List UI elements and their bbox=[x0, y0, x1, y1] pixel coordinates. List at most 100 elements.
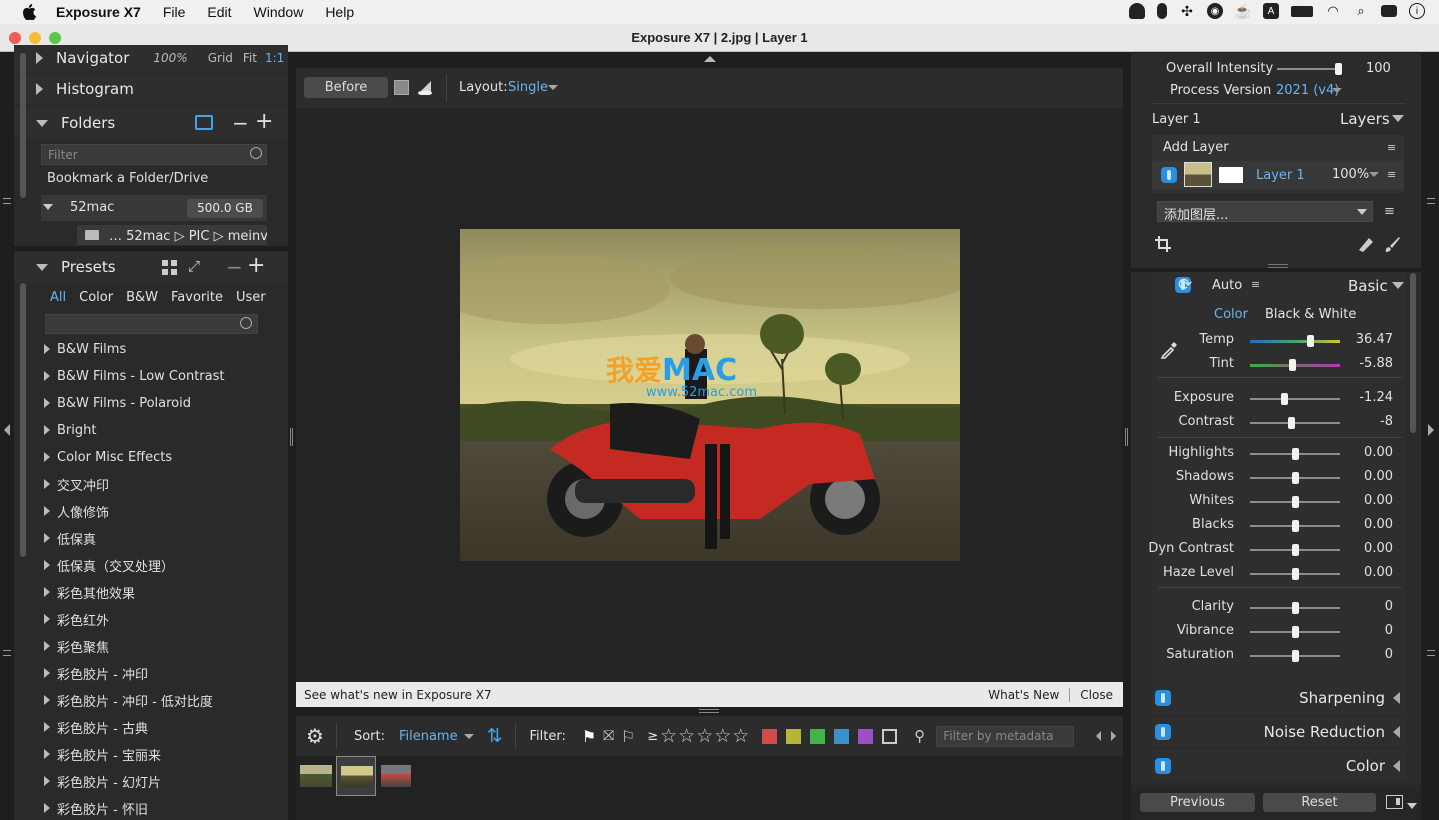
right-grip-icon-2[interactable] bbox=[1427, 650, 1435, 656]
drive-row[interactable]: 52mac 500.0 GB bbox=[41, 195, 267, 221]
layout-select[interactable]: Single bbox=[508, 80, 548, 95]
slider-knob[interactable] bbox=[1292, 650, 1299, 662]
presets-add-icon[interactable]: + bbox=[247, 253, 265, 278]
preset-folder[interactable]: B&W Films - Polaroid bbox=[44, 393, 191, 413]
cup-icon[interactable]: ☕ bbox=[1234, 3, 1251, 19]
presets-search-input[interactable] bbox=[45, 314, 258, 334]
navigator-header[interactable]: Navigator 100% Grid Fit 1:1 bbox=[14, 45, 288, 71]
layers-title[interactable]: Layers bbox=[1340, 110, 1390, 128]
slider-knob[interactable] bbox=[1307, 335, 1315, 347]
slider-knob[interactable] bbox=[1292, 496, 1299, 508]
slider-vibrance[interactable] bbox=[1250, 626, 1340, 638]
left-grip-icon-2[interactable] bbox=[3, 650, 11, 656]
slider-knob[interactable] bbox=[1292, 568, 1299, 580]
flag-reject-icon[interactable]: ⛝ bbox=[603, 728, 614, 744]
navigator-expand-icon[interactable] bbox=[36, 52, 43, 64]
folders-scrollbar[interactable] bbox=[20, 53, 26, 198]
navigator-one-to-one[interactable]: 1:1 bbox=[265, 51, 284, 65]
slider-haze-level[interactable] bbox=[1250, 568, 1340, 580]
presets-grid-icon[interactable] bbox=[162, 260, 177, 275]
preset-expand-icon[interactable] bbox=[44, 506, 50, 516]
process-version-chevron-icon[interactable] bbox=[1332, 88, 1342, 93]
slider-knob[interactable] bbox=[1288, 417, 1296, 429]
slider-value[interactable]: -8 bbox=[1333, 414, 1393, 429]
preset-folder[interactable]: 彩色红外 bbox=[44, 609, 109, 629]
left-grip-icon[interactable] bbox=[3, 198, 11, 204]
slider-tint[interactable] bbox=[1250, 359, 1340, 371]
overall-intensity-knob[interactable] bbox=[1334, 63, 1342, 75]
thumbnail[interactable] bbox=[300, 765, 332, 787]
slider-highlights[interactable] bbox=[1250, 448, 1340, 460]
preset-expand-icon[interactable] bbox=[44, 695, 50, 705]
preset-expand-icon[interactable] bbox=[44, 587, 50, 597]
filmstrip-prev-arrow-icon[interactable] bbox=[1096, 731, 1101, 741]
preset-folder[interactable]: B&W Films bbox=[44, 339, 126, 359]
add-layer-list-icon[interactable]: ≡ bbox=[1384, 204, 1395, 219]
filmstrip-next-arrow-icon[interactable] bbox=[1111, 731, 1116, 741]
layer-thumbnail[interactable] bbox=[1184, 162, 1212, 187]
sharpening-expand-icon[interactable] bbox=[1393, 692, 1400, 704]
wifi-icon[interactable]: ◠ bbox=[1325, 3, 1341, 19]
panel-layout-chevron-icon[interactable] bbox=[1407, 803, 1417, 809]
add-layer-chevron-icon[interactable] bbox=[1357, 209, 1367, 215]
menu-file[interactable]: File bbox=[163, 4, 186, 20]
reset-button[interactable]: Reset bbox=[1263, 793, 1376, 812]
slider-whites[interactable] bbox=[1250, 496, 1340, 508]
folders-filter-input[interactable]: Filter bbox=[41, 144, 267, 165]
flag-unflagged-icon[interactable]: ⚐ bbox=[621, 727, 635, 746]
preset-expand-icon[interactable] bbox=[44, 668, 50, 678]
before-button[interactable]: Before bbox=[304, 77, 388, 98]
slider-knob[interactable] bbox=[1292, 602, 1299, 614]
presets-remove-icon[interactable]: − bbox=[226, 255, 243, 279]
slider-value[interactable]: 0.00 bbox=[1333, 517, 1393, 532]
preset-expand-icon[interactable] bbox=[44, 479, 50, 489]
search-icon[interactable]: ⌕ bbox=[1353, 3, 1369, 19]
folders-add-icon[interactable]: + bbox=[255, 109, 273, 134]
slider-saturation[interactable] bbox=[1250, 650, 1340, 662]
bookmark-folder-link[interactable]: Bookmark a Folder/Drive bbox=[47, 171, 208, 186]
slider-knob[interactable] bbox=[1292, 520, 1299, 532]
color-filter-green[interactable] bbox=[810, 728, 826, 744]
right-collapse-arrow-icon[interactable] bbox=[1428, 424, 1434, 436]
presets-expand-all-icon[interactable]: ⤢ bbox=[188, 257, 200, 275]
preset-folder[interactable]: Bright bbox=[44, 420, 96, 440]
crop-icon[interactable] bbox=[1155, 236, 1171, 252]
histogram-header[interactable]: Histogram bbox=[14, 74, 288, 104]
eraser-icon[interactable] bbox=[1357, 236, 1375, 252]
preset-folder[interactable]: 低保真 bbox=[44, 528, 96, 548]
preset-expand-icon[interactable] bbox=[44, 803, 50, 813]
preset-expand-icon[interactable] bbox=[44, 641, 50, 651]
flag-pick-icon[interactable]: ⚑ bbox=[582, 727, 596, 746]
mouse-icon[interactable] bbox=[1157, 3, 1167, 19]
apple-icon[interactable] bbox=[20, 4, 38, 20]
sharpening-toggle[interactable] bbox=[1155, 690, 1171, 706]
mode-color-tab[interactable]: Color bbox=[1214, 307, 1248, 322]
right-scrollbar[interactable] bbox=[1410, 273, 1416, 433]
brush-icon[interactable] bbox=[1384, 236, 1400, 252]
metadata-filter-input[interactable]: Filter by metadata bbox=[936, 725, 1075, 747]
process-version-select[interactable]: 2021 (v4) bbox=[1276, 83, 1339, 98]
auto-button[interactable]: Auto bbox=[1212, 278, 1242, 293]
slider-shadows[interactable] bbox=[1250, 472, 1340, 484]
slider-temp[interactable] bbox=[1250, 335, 1340, 347]
metadata-filter-icon[interactable]: ⚲ bbox=[914, 727, 925, 745]
presets-tab-all[interactable]: All bbox=[50, 290, 66, 305]
folder-sync-icon[interactable] bbox=[195, 115, 213, 130]
preset-expand-icon[interactable] bbox=[44, 398, 50, 408]
menu-window[interactable]: Window bbox=[254, 4, 304, 20]
preset-folder[interactable]: 彩色胶片 - 怀旧 bbox=[44, 798, 148, 818]
left-splitter-grip[interactable] bbox=[290, 428, 293, 446]
compare-split-icon[interactable] bbox=[417, 79, 433, 96]
preset-folder[interactable]: 交叉冲印 bbox=[44, 474, 109, 494]
right-grip-icon[interactable] bbox=[1427, 198, 1435, 204]
mode-bw-tab[interactable]: Black & White bbox=[1265, 307, 1356, 322]
navigator-zoom[interactable]: 100% bbox=[153, 51, 187, 65]
navigator-fit[interactable]: Fit bbox=[243, 51, 257, 65]
preset-expand-icon[interactable] bbox=[44, 614, 50, 624]
preset-expand-icon[interactable] bbox=[44, 452, 50, 462]
slider-knob[interactable] bbox=[1292, 626, 1299, 638]
presets-tab-bw[interactable]: B&W bbox=[126, 290, 158, 305]
slider-value[interactable]: 0.00 bbox=[1333, 445, 1393, 460]
menu-app-name[interactable]: Exposure X7 bbox=[56, 4, 141, 20]
color-section[interactable]: Color bbox=[1152, 751, 1406, 781]
